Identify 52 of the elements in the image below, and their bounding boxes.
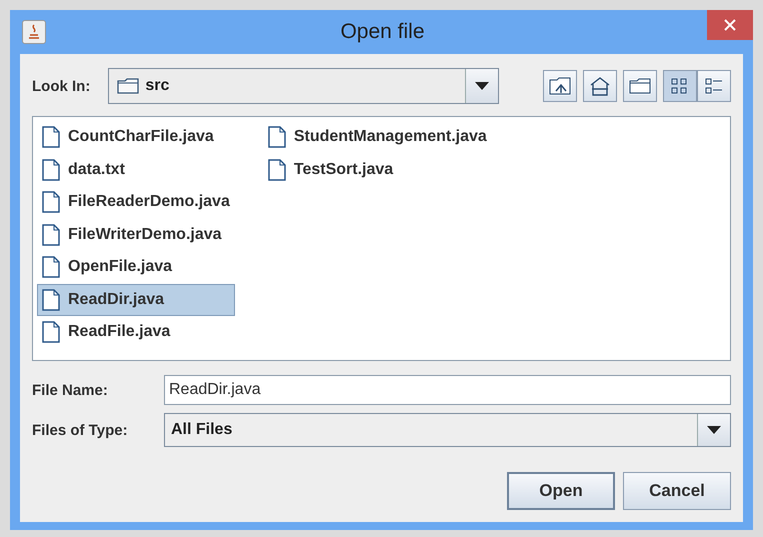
cancel-button[interactable]: Cancel <box>623 472 731 510</box>
toolbar-button[interactable] <box>583 70 617 102</box>
file-icon <box>42 126 60 148</box>
file-icon <box>42 224 60 246</box>
file-icon <box>42 256 60 278</box>
file-item[interactable]: CountCharFile.java <box>37 121 235 153</box>
file-name: StudentManagement.java <box>294 128 487 146</box>
file-name: ReadDir.java <box>68 290 164 308</box>
file-item[interactable]: FileReaderDemo.java <box>37 186 235 218</box>
toolbar-button[interactable] <box>543 70 577 102</box>
toolbar-button[interactable] <box>663 70 697 102</box>
file-icon <box>42 321 60 343</box>
window-title: Open file <box>339 20 426 44</box>
folder-icon <box>629 78 651 94</box>
open-button[interactable]: Open <box>507 472 615 510</box>
details-view-icon <box>704 76 724 96</box>
file-icon <box>268 158 286 180</box>
file-name: FileWriterDemo.java <box>68 226 222 244</box>
look-in-dropdown[interactable]: src <box>108 68 499 104</box>
file-item[interactable]: data.txt <box>37 154 235 186</box>
folder-name: src <box>145 77 170 95</box>
toolbar-button[interactable] <box>623 70 657 102</box>
file-type-label: Files of Type: <box>32 422 129 438</box>
close-button[interactable] <box>707 10 753 40</box>
close-icon <box>724 19 736 31</box>
file-name-field[interactable]: ReadDir.java <box>164 375 731 405</box>
file-name: CountCharFile.java <box>68 128 214 146</box>
up-folder-icon <box>549 77 571 95</box>
file-icon <box>42 288 60 310</box>
file-name: data.txt <box>68 160 125 178</box>
file-name-label: File Name: <box>32 382 109 398</box>
file-item[interactable]: OpenFile.java <box>37 251 235 283</box>
caret-icon <box>475 82 489 90</box>
toolbar-button[interactable] <box>697 70 731 102</box>
file-item[interactable]: ReadDir.java <box>37 284 235 316</box>
file-item[interactable]: StudentManagement.java <box>262 121 492 153</box>
file-item[interactable]: TestSort.java <box>262 154 492 186</box>
file-name: OpenFile.java <box>68 258 172 276</box>
file-item[interactable]: FileWriterDemo.java <box>37 218 235 250</box>
look-in-label: Look In: <box>32 78 90 94</box>
file-icon <box>42 158 60 180</box>
file-icon <box>42 191 60 213</box>
file-name: ReadFile.java <box>68 323 170 341</box>
file-name: FileReaderDemo.java <box>68 193 230 211</box>
caret-icon <box>707 426 721 434</box>
file-item[interactable]: ReadFile.java <box>37 316 235 348</box>
file-name: TestSort.java <box>294 160 394 178</box>
file-icon <box>268 126 286 148</box>
app-icon <box>22 20 46 44</box>
home-icon <box>589 76 611 96</box>
folder-icon <box>117 78 140 94</box>
file-type-dropdown[interactable]: All Files <box>164 413 731 447</box>
